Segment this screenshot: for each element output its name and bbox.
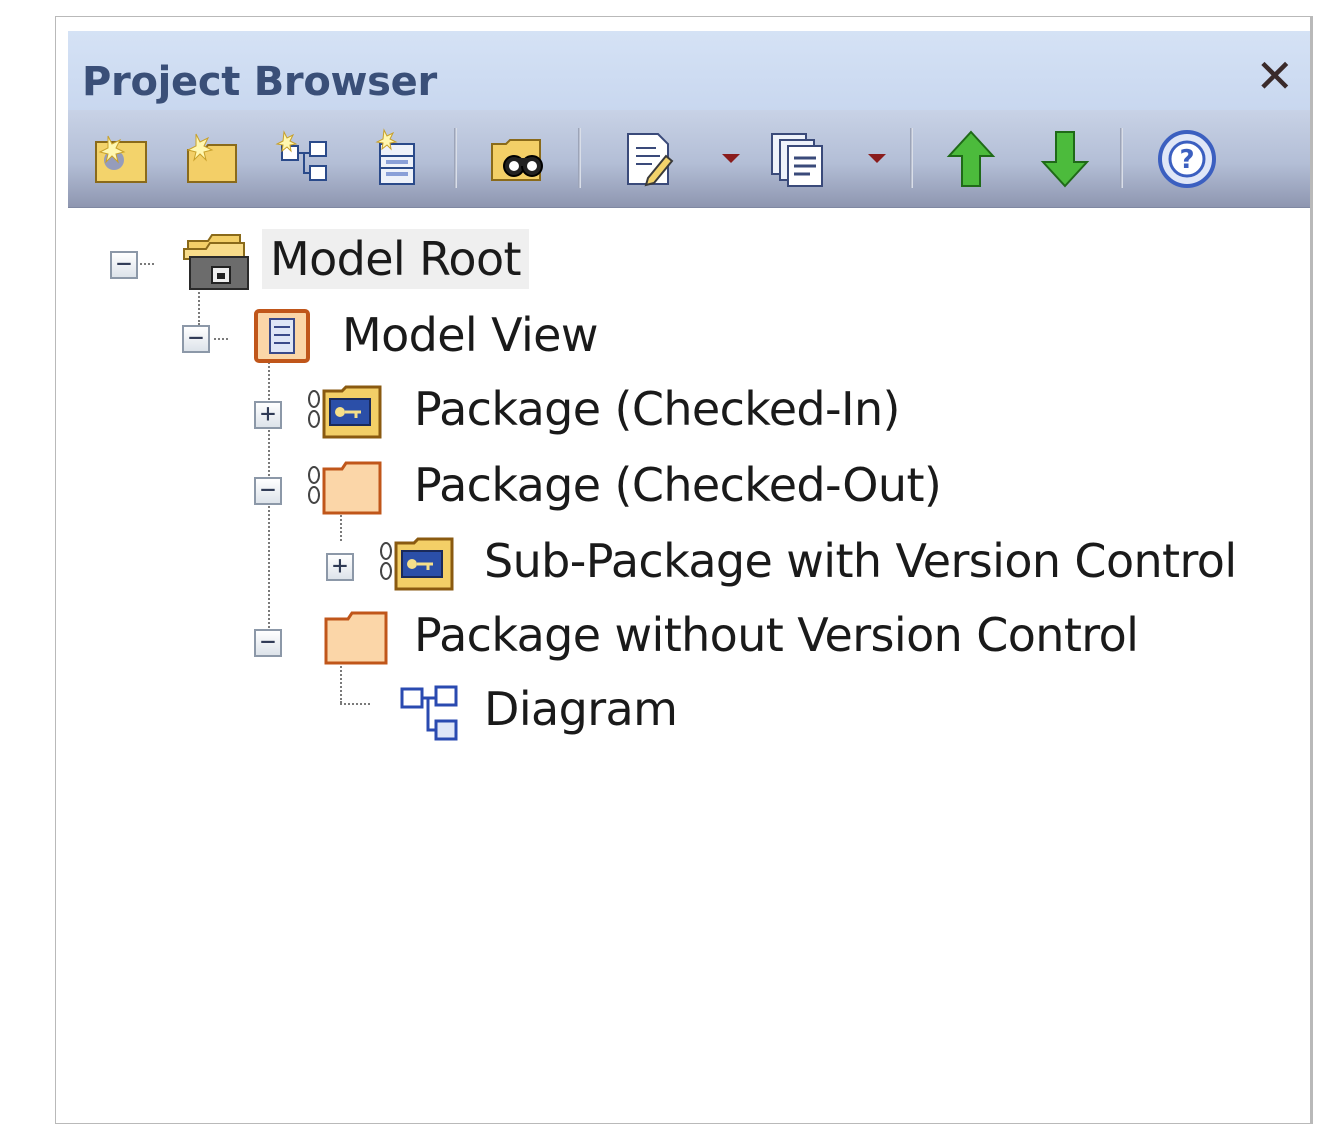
toolbar-separator bbox=[1120, 128, 1123, 188]
tree-node-sub-package[interactable]: + Sub-Package with Version Control bbox=[68, 531, 1268, 591]
diagram-icon bbox=[398, 683, 462, 749]
tree-node-package-no-vc[interactable]: − Package without Version Control bbox=[68, 605, 1268, 665]
panel-title: Project Browser bbox=[82, 59, 437, 105]
version-controlled-package-icon bbox=[306, 385, 386, 445]
new-model-package-icon[interactable] bbox=[90, 128, 152, 190]
tree-node-label: Package without Version Control bbox=[414, 608, 1139, 662]
toolbar-separator bbox=[454, 128, 457, 188]
find-in-browser-icon[interactable] bbox=[488, 128, 550, 190]
new-package-icon[interactable] bbox=[182, 128, 244, 190]
tree-node-label: Package (Checked-In) bbox=[414, 382, 900, 436]
documentation-options-icon[interactable] bbox=[768, 128, 830, 190]
toolbar-separator bbox=[578, 128, 581, 188]
model-root-icon bbox=[182, 227, 252, 297]
add-to-document-dropdown[interactable] bbox=[722, 154, 740, 163]
toolbar-separator bbox=[910, 128, 913, 188]
tree-node-label: Package (Checked-Out) bbox=[414, 458, 942, 512]
expand-icon[interactable]: + bbox=[326, 553, 354, 581]
new-element-icon[interactable] bbox=[366, 128, 428, 190]
add-to-document-icon[interactable] bbox=[618, 128, 680, 190]
tree-node-model-view[interactable]: − Model View bbox=[68, 305, 668, 365]
tree-node-package-checked-out[interactable]: − Package (Checked-Out) bbox=[68, 455, 968, 515]
project-tree: − Model Root − Model View + Package (Che… bbox=[68, 207, 1310, 1123]
move-up-icon[interactable] bbox=[940, 128, 1002, 190]
checked-out-package-icon bbox=[306, 459, 386, 521]
tree-node-label: Diagram bbox=[484, 682, 678, 736]
package-folder-icon bbox=[322, 609, 392, 671]
move-down-icon[interactable] bbox=[1034, 128, 1096, 190]
new-diagram-icon[interactable] bbox=[274, 128, 336, 190]
documentation-options-dropdown[interactable] bbox=[868, 154, 886, 163]
tree-node-package-checked-in[interactable]: + Package (Checked-In) bbox=[68, 379, 968, 439]
svg-text:?: ? bbox=[1179, 145, 1194, 175]
collapse-icon[interactable]: − bbox=[182, 325, 210, 353]
version-controlled-package-icon bbox=[378, 537, 458, 597]
collapse-icon[interactable]: − bbox=[110, 251, 138, 279]
help-icon[interactable]: ? bbox=[1156, 128, 1218, 190]
tree-node-label: Sub-Package with Version Control bbox=[484, 534, 1237, 588]
project-browser-panel: Project Browser ✕ ? − Model Root − Model… bbox=[55, 16, 1313, 1124]
toolbar: ? bbox=[68, 110, 1310, 208]
model-view-icon bbox=[254, 309, 312, 369]
collapse-icon[interactable]: − bbox=[254, 477, 282, 505]
tree-node-diagram[interactable]: Diagram bbox=[68, 679, 868, 741]
tree-node-label: Model View bbox=[342, 308, 599, 362]
collapse-icon[interactable]: − bbox=[254, 629, 282, 657]
tree-node-model-root[interactable]: − Model Root bbox=[68, 229, 668, 290]
tree-node-label: Model Root bbox=[262, 229, 529, 289]
close-icon[interactable]: ✕ bbox=[1255, 53, 1294, 99]
expand-icon[interactable]: + bbox=[254, 401, 282, 429]
